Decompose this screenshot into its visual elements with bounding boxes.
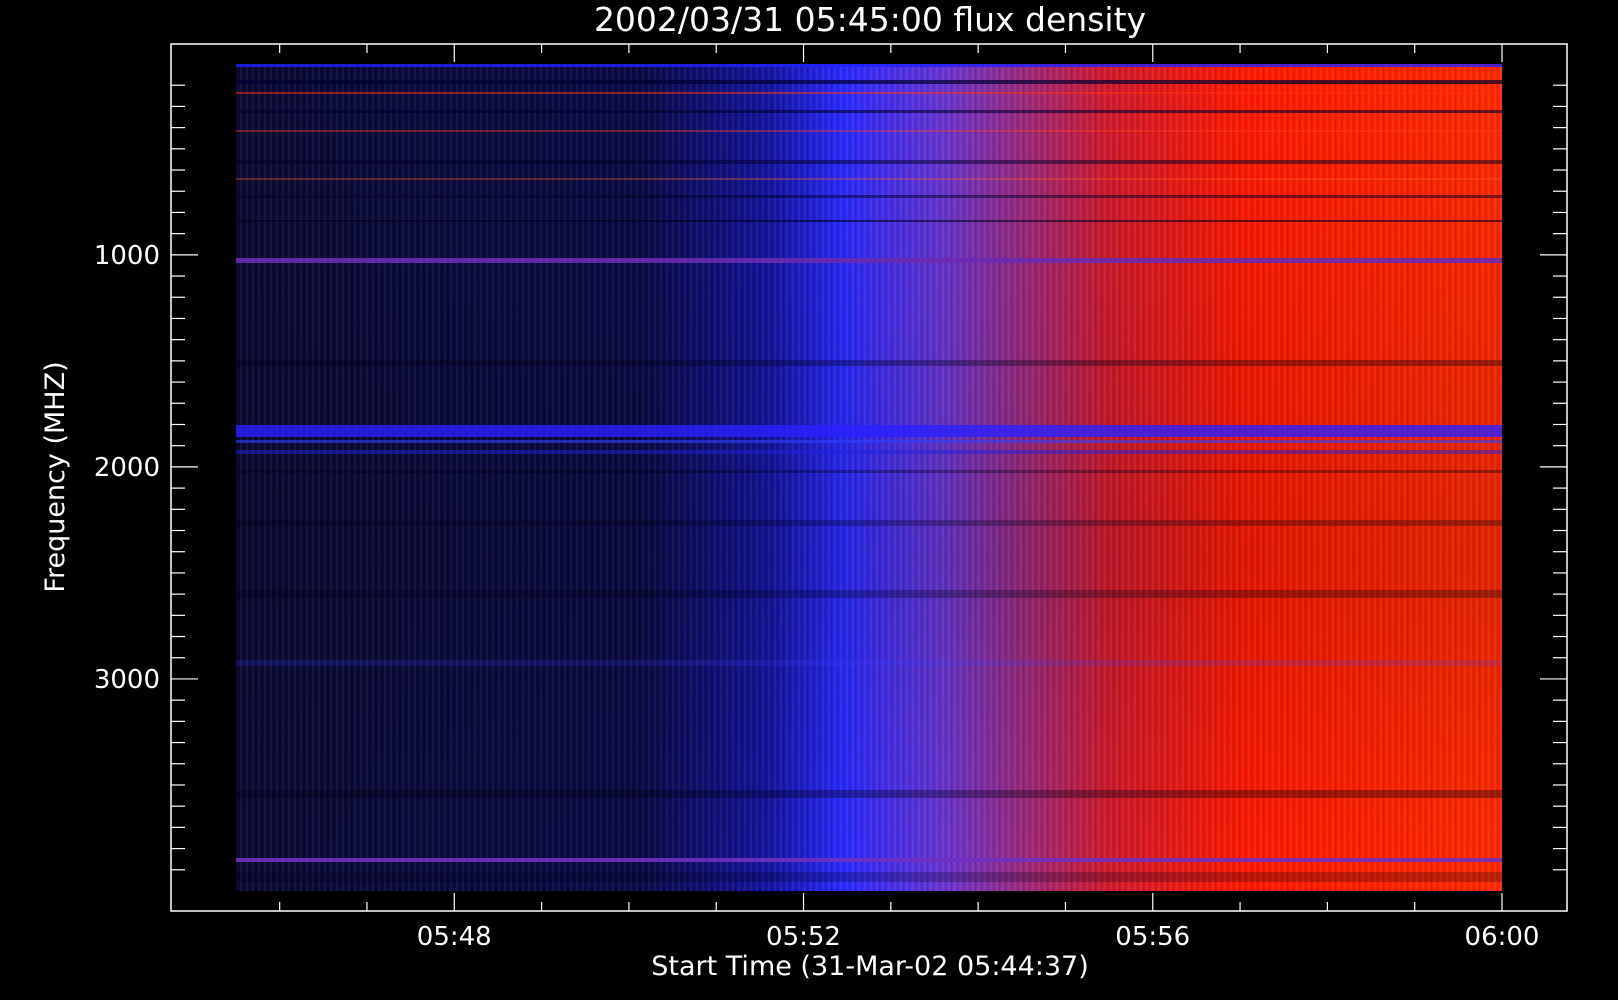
y-tick-labels: 1000 2000 3000 bbox=[94, 241, 160, 695]
frequency-band bbox=[236, 858, 1502, 862]
frequency-band bbox=[236, 520, 1502, 526]
spectrogram-chart: 2002/03/31 05:45:00 flux density Start T… bbox=[40, 0, 1568, 982]
x-tick-label: 05:56 bbox=[1115, 922, 1190, 952]
frequency-band bbox=[236, 80, 1502, 84]
frequency-band bbox=[236, 360, 1502, 366]
y-tick-label: 1000 bbox=[94, 241, 160, 271]
y-tick-label: 2000 bbox=[94, 453, 160, 483]
x-tick-labels: 05:48 05:52 05:56 06:00 bbox=[417, 922, 1540, 952]
frequency-band bbox=[236, 64, 1502, 67]
y-tick-label: 3000 bbox=[94, 665, 160, 695]
frequency-band bbox=[236, 220, 1502, 222]
chart-title: 2002/03/31 05:45:00 flux density bbox=[594, 0, 1146, 39]
frequency-band bbox=[236, 790, 1502, 798]
heatmap bbox=[236, 64, 1502, 891]
frequency-band bbox=[236, 450, 1502, 454]
frequency-band bbox=[236, 425, 1502, 437]
x-tick-label: 05:52 bbox=[766, 922, 841, 952]
frequency-band bbox=[236, 178, 1502, 180]
frequency-band bbox=[236, 130, 1502, 132]
frequency-band bbox=[236, 258, 1502, 263]
x-axis-title: Start Time (31-Mar-02 05:44:37) bbox=[651, 951, 1089, 982]
x-tick-label: 06:00 bbox=[1465, 922, 1540, 952]
y-axis-title: Frequency (MHZ) bbox=[40, 361, 71, 592]
frequency-band bbox=[236, 160, 1502, 164]
heatmap-texture bbox=[236, 64, 1502, 891]
frequency-band bbox=[236, 92, 1502, 94]
frequency-band bbox=[236, 872, 1502, 882]
frequency-band bbox=[236, 195, 1502, 198]
x-tick-label: 05:48 bbox=[417, 922, 492, 952]
frequency-band bbox=[236, 660, 1502, 666]
frequency-band bbox=[236, 470, 1502, 473]
frequency-band bbox=[236, 110, 1502, 113]
frequency-band bbox=[236, 440, 1502, 443]
frequency-band bbox=[236, 590, 1502, 598]
